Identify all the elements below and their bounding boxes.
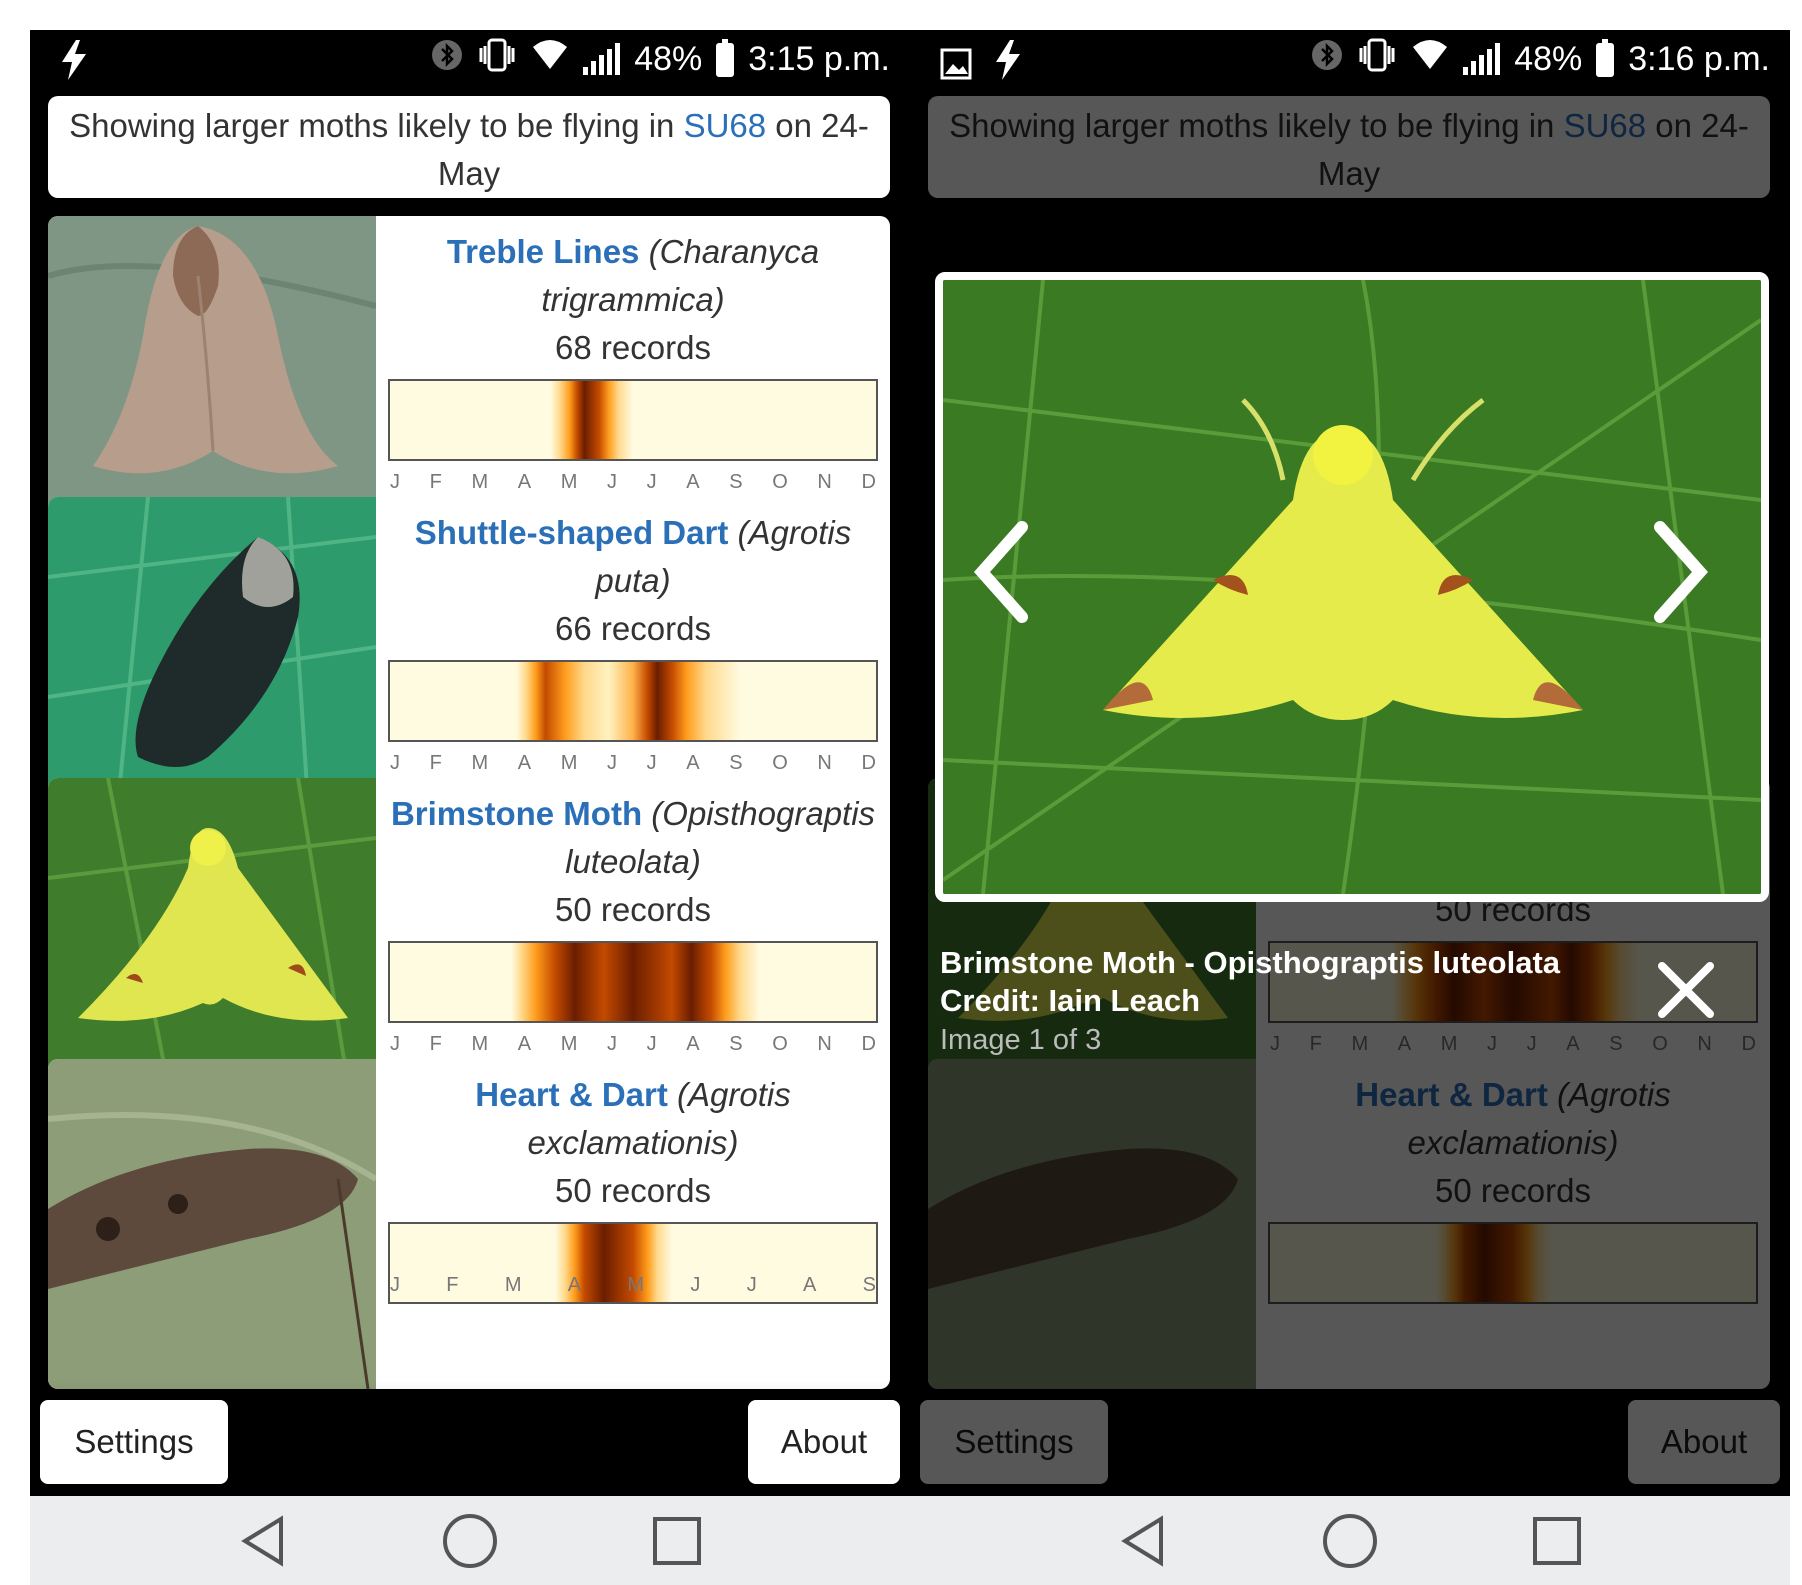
moth-common-name[interactable]: Brimstone Moth — [391, 795, 642, 832]
status-bar: 48% 3:15 p.m. — [30, 30, 910, 92]
flash-icon — [994, 40, 1022, 93]
moth-card[interactable]: Treble Lines (Charanyca trigrammica) 68 … — [48, 216, 890, 522]
vibrate-icon — [477, 38, 517, 81]
location-header: Showing larger moths likely to be flying… — [48, 96, 890, 198]
navigation-bar — [910, 1496, 1790, 1585]
moth-card[interactable]: Heart & Dart (Agrotis exclamationis) 50 … — [48, 1059, 890, 1389]
lightbox-caption: Brimstone Moth - Opisthograptis luteolat… — [940, 944, 1560, 1060]
chevron-right-icon[interactable] — [1640, 512, 1720, 632]
moth-photo[interactable] — [48, 1059, 376, 1389]
location-link[interactable]: SU68 — [684, 107, 767, 144]
bluetooth-icon — [431, 39, 463, 80]
month-axis: JFMAMJJASOND — [390, 471, 876, 493]
home-icon[interactable] — [435, 1506, 505, 1576]
flight-period-bar — [388, 941, 878, 1023]
phone-screen-right: 48% 3:16 p.m. Showing larger moths likel… — [910, 30, 1790, 1585]
settings-button[interactable]: Settings — [40, 1400, 228, 1484]
signal-icon — [583, 42, 621, 75]
month-axis: JFMAMJJASOND — [390, 752, 876, 774]
close-icon[interactable] — [1650, 954, 1722, 1026]
home-icon[interactable] — [1315, 1506, 1385, 1576]
wifi-icon — [531, 39, 569, 80]
moth-card[interactable]: Brimstone Moth (Opisthograptis luteolata… — [48, 778, 890, 1084]
moth-common-name[interactable]: Heart & Dart — [475, 1076, 668, 1113]
clock: 3:15 p.m. — [748, 40, 890, 78]
image-icon — [940, 48, 972, 85]
navigation-bar — [30, 1496, 910, 1585]
chevron-left-icon[interactable] — [962, 512, 1042, 632]
clock: 3:16 p.m. — [1628, 40, 1770, 78]
wifi-icon — [1411, 39, 1449, 80]
back-icon[interactable] — [228, 1506, 298, 1576]
record-count: 50 records — [555, 891, 711, 928]
flight-period-bar — [388, 660, 878, 742]
record-count: 50 records — [555, 1172, 711, 1209]
caption-title: Brimstone Moth - Opisthograptis luteolat… — [940, 945, 1561, 980]
moth-photo[interactable] — [48, 216, 376, 522]
record-count: 66 records — [555, 610, 711, 647]
recents-icon[interactable] — [1522, 1506, 1592, 1576]
about-button[interactable]: About — [748, 1400, 900, 1484]
flash-icon — [60, 40, 88, 93]
record-count: 68 records — [555, 329, 711, 366]
moth-common-name[interactable]: Treble Lines — [447, 233, 640, 270]
caption-credit: Credit: Iain Leach — [940, 983, 1201, 1018]
bluetooth-icon — [1311, 39, 1343, 80]
moth-photo[interactable] — [48, 778, 376, 1084]
month-axis: JFMAMJJAS — [390, 1274, 876, 1296]
lightbox-overlay[interactable]: Brimstone Moth - Opisthograptis luteolat… — [910, 92, 1790, 1496]
battery-percent: 48% — [634, 40, 703, 78]
signal-icon — [1463, 42, 1501, 75]
status-bar: 48% 3:16 p.m. — [910, 30, 1790, 92]
month-axis: JFMAMJJASOND — [390, 1033, 876, 1055]
vibrate-icon — [1357, 38, 1397, 81]
moth-card[interactable]: Shuttle-shaped Dart (Agrotis puta) 66 re… — [48, 497, 890, 803]
recents-icon[interactable] — [642, 1506, 712, 1576]
battery-icon — [1596, 38, 1615, 77]
phone-screen-left: 48% 3:15 p.m. Showing larger moths likel… — [30, 30, 910, 1585]
flight-period-bar — [388, 379, 878, 461]
moth-photo[interactable] — [48, 497, 376, 803]
moth-common-name[interactable]: Shuttle-shaped Dart — [415, 514, 729, 551]
battery-icon — [716, 38, 735, 77]
battery-percent: 48% — [1514, 40, 1583, 78]
image-counter: Image 1 of 3 — [940, 1024, 1102, 1056]
back-icon[interactable] — [1108, 1506, 1178, 1576]
